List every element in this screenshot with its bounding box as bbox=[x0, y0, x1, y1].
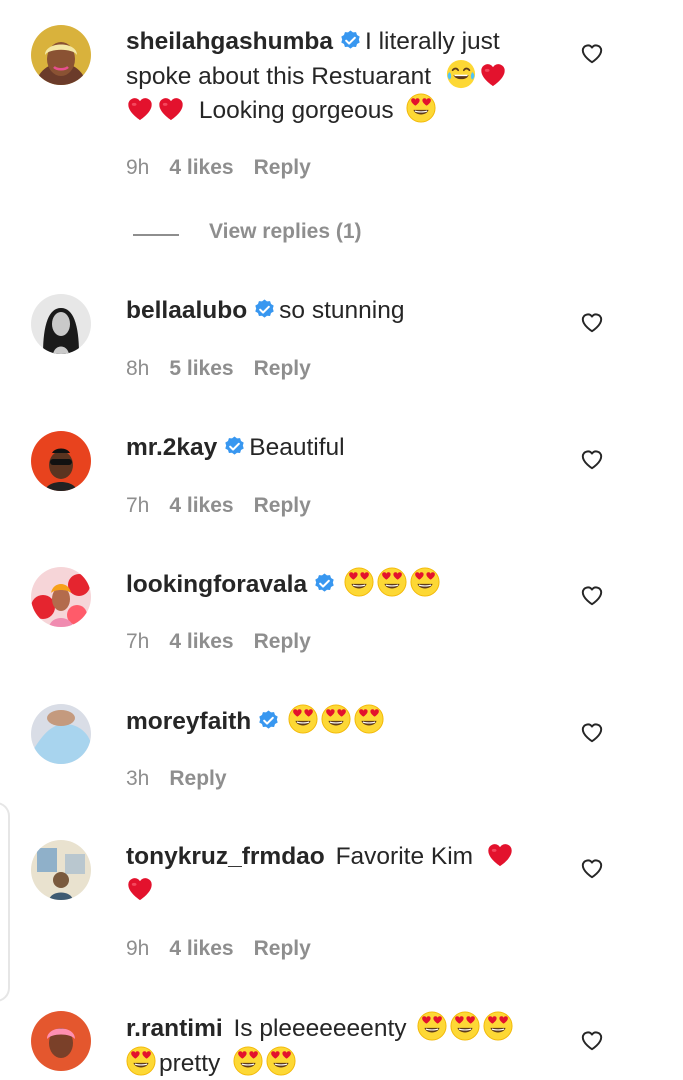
avatar[interactable] bbox=[31, 1011, 91, 1071]
likes-count[interactable]: 5 likes bbox=[169, 357, 233, 380]
reply-button[interactable]: Reply bbox=[254, 494, 311, 517]
view-replies-label: View replies (1) bbox=[209, 220, 362, 243]
red-heart-emoji bbox=[479, 61, 507, 89]
comment-body: Favorite Kim bbox=[335, 843, 474, 870]
comment-lookingforavala: lookingforavala 7h 4 likes Reply bbox=[0, 567, 683, 677]
username[interactable]: tonykruz_frmdao bbox=[126, 843, 325, 870]
timestamp: 3h bbox=[126, 767, 150, 790]
timestamp: 9h bbox=[126, 156, 150, 179]
comment-meta: 9h 4 likes Reply bbox=[126, 156, 331, 180]
likes-count[interactable]: 4 likes bbox=[169, 937, 233, 960]
reply-button[interactable]: Reply bbox=[254, 630, 311, 653]
comment-text: r.rantimi Is pleeeeeeenty pretty bbox=[126, 1011, 546, 1080]
username[interactable]: lookingforavala bbox=[126, 571, 307, 598]
comment-text: lookingforavala bbox=[126, 567, 546, 602]
comment-body: so stunning bbox=[279, 297, 405, 324]
comment-text: sheilahgashumba I literally just spoke ab… bbox=[126, 25, 546, 128]
like-heart-icon[interactable] bbox=[578, 309, 606, 335]
like-heart-icon[interactable] bbox=[578, 446, 606, 472]
likes-count[interactable]: 4 likes bbox=[169, 630, 233, 653]
comment-body: I literally just bbox=[364, 28, 500, 55]
comment-meta: 9h 4 likes Reply bbox=[126, 937, 331, 961]
comment-body: spoke about this Restuarant bbox=[126, 62, 432, 90]
comment-meta: 8h 5 likes Reply bbox=[126, 357, 331, 381]
heart-eyes-emoji bbox=[344, 567, 374, 597]
reply-button[interactable]: Reply bbox=[169, 767, 226, 790]
username[interactable]: mr.2kay bbox=[126, 434, 217, 461]
heart-eyes-emoji bbox=[406, 93, 436, 123]
heart-eyes-emoji bbox=[410, 567, 440, 597]
heart-eyes-emoji bbox=[266, 1046, 296, 1076]
comment-body: Beautiful bbox=[249, 434, 345, 461]
comment-body: Looking gorgeous bbox=[198, 97, 394, 124]
comment-tonykruz: tonykruz_frmdao Favorite Kim 9h 4 likes Re… bbox=[0, 840, 683, 980]
reply-button[interactable]: Reply bbox=[254, 357, 311, 380]
comment-body: Is pleeeeeeenty bbox=[233, 1015, 407, 1042]
timestamp: 9h bbox=[126, 937, 150, 960]
comment-meta: 3h Reply bbox=[126, 767, 247, 791]
username[interactable]: moreyfaith bbox=[126, 708, 251, 735]
red-heart-emoji bbox=[486, 841, 514, 869]
timestamp: 7h bbox=[126, 630, 150, 653]
verified-badge-icon bbox=[313, 572, 336, 595]
reply-button[interactable]: Reply bbox=[254, 156, 311, 179]
view-replies-button[interactable]: View replies (1) bbox=[133, 220, 433, 250]
heart-eyes-emoji bbox=[354, 704, 384, 734]
heart-eyes-emoji bbox=[450, 1011, 480, 1041]
like-heart-icon[interactable] bbox=[578, 40, 606, 66]
like-heart-icon[interactable] bbox=[578, 855, 606, 881]
avatar[interactable] bbox=[31, 840, 91, 900]
heart-eyes-emoji bbox=[288, 704, 318, 734]
verified-badge-icon bbox=[339, 29, 362, 52]
heart-eyes-emoji bbox=[126, 1046, 156, 1076]
comment-text: bellaalubo so stunning bbox=[126, 294, 546, 328]
heart-eyes-emoji bbox=[321, 704, 351, 734]
verified-badge-icon bbox=[253, 298, 276, 321]
comment-rrantimi: r.rantimi Is pleeeeeeenty pretty bbox=[0, 1011, 683, 1077]
comment-sheilahgashumba: sheilahgashumba I literally just spoke ab… bbox=[0, 0, 683, 260]
comment-moreyfaith: moreyfaith 3h Reply bbox=[0, 704, 683, 814]
comment-text: moreyfaith bbox=[126, 704, 546, 739]
comment-body: pretty bbox=[159, 1049, 221, 1077]
username[interactable]: bellaalubo bbox=[126, 297, 247, 324]
tears-of-joy-emoji bbox=[446, 59, 476, 89]
like-heart-icon[interactable] bbox=[578, 719, 606, 745]
username[interactable]: r.rantimi bbox=[126, 1015, 223, 1042]
timestamp: 7h bbox=[126, 494, 150, 517]
comment-meta: 7h 4 likes Reply bbox=[126, 494, 331, 518]
verified-badge-icon bbox=[223, 435, 246, 458]
red-heart-emoji bbox=[126, 875, 154, 903]
avatar[interactable] bbox=[31, 25, 91, 85]
likes-count[interactable]: 4 likes bbox=[169, 494, 233, 517]
comment-bellaalubo: bellaalubo so stunning 8h 5 likes Reply bbox=[0, 294, 683, 404]
reply-button[interactable]: Reply bbox=[254, 937, 311, 960]
username[interactable]: sheilahgashumba bbox=[126, 28, 333, 55]
timestamp: 8h bbox=[126, 357, 150, 380]
avatar[interactable] bbox=[31, 567, 91, 627]
verified-badge-icon bbox=[257, 709, 280, 732]
comment-text: tonykruz_frmdao Favorite Kim bbox=[126, 840, 546, 907]
heart-eyes-emoji bbox=[233, 1046, 263, 1076]
divider bbox=[133, 234, 179, 236]
red-heart-emoji bbox=[157, 95, 185, 123]
heart-eyes-emoji bbox=[377, 567, 407, 597]
comment-meta: 7h 4 likes Reply bbox=[126, 630, 331, 654]
avatar[interactable] bbox=[31, 294, 91, 354]
heart-eyes-emoji bbox=[417, 1011, 447, 1041]
red-heart-emoji bbox=[126, 95, 154, 123]
like-heart-icon[interactable] bbox=[578, 1027, 606, 1053]
side-panel-edge[interactable] bbox=[0, 802, 10, 1002]
comment-text: mr.2kay Beautiful bbox=[126, 431, 546, 465]
likes-count[interactable]: 4 likes bbox=[169, 156, 233, 179]
avatar[interactable] bbox=[31, 431, 91, 491]
avatar[interactable] bbox=[31, 704, 91, 764]
comment-mr2kay: mr.2kay Beautiful 7h 4 likes Reply bbox=[0, 431, 683, 541]
heart-eyes-emoji bbox=[483, 1011, 513, 1041]
like-heart-icon[interactable] bbox=[578, 582, 606, 608]
